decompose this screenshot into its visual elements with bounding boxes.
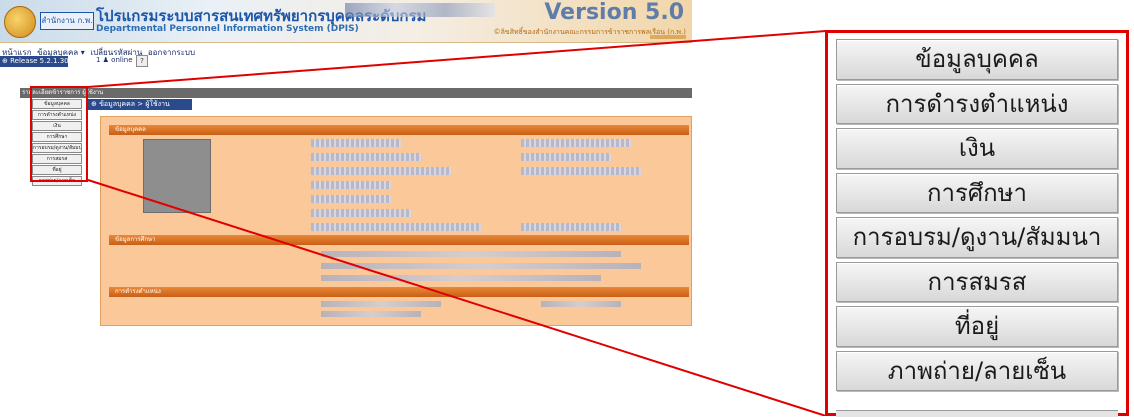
- education-row: [321, 263, 641, 269]
- field-row: [311, 153, 421, 161]
- header-graphic: [345, 3, 495, 17]
- position-row: [321, 301, 441, 307]
- zoom-item-photo[interactable]: ภาพถ่าย/ลายเซ็น: [836, 350, 1118, 391]
- app-title-english: Departmental Personnel Information Syste…: [96, 24, 359, 34]
- zoom-item-position[interactable]: การดำรงตำแหน่ง: [836, 83, 1118, 124]
- org-short-name: สำนักงาน ก.พ.: [40, 12, 94, 30]
- zoom-item-person[interactable]: ข้อมูลบุคคล: [836, 39, 1118, 80]
- agency-logo-icon: [4, 6, 36, 38]
- field-row: [311, 195, 391, 203]
- help-button[interactable]: ?: [136, 55, 148, 67]
- field-row: [311, 223, 481, 231]
- zoom-item-address[interactable]: ที่อยู่: [836, 306, 1118, 347]
- field-row: [311, 181, 391, 189]
- breadcrumb-edge: [189, 99, 192, 110]
- release-label: ⊕ Release 5.2.1.30 ...: [0, 56, 78, 67]
- field-row: [311, 167, 451, 175]
- field-row: [521, 153, 611, 161]
- person-detail-panel: ข้อมูลบุคคล ข้อมูลการศึกษา การดำรงตำแหน่…: [100, 116, 692, 326]
- zoom-item-training[interactable]: การอบรม/ดูงาน/สัมมนา: [836, 217, 1118, 258]
- header-banner: สำนักงาน ก.พ. โปรแกรมระบบสารสนเทศทรัพยาก…: [0, 0, 692, 43]
- header-tagline: [650, 35, 686, 39]
- position-row: [541, 301, 621, 307]
- section-education: ข้อมูลการศึกษา: [109, 235, 689, 245]
- section-person: ข้อมูลบุคคล: [109, 125, 689, 135]
- field-row: [521, 167, 641, 175]
- field-row: [521, 139, 631, 147]
- side-menu-highlight: [30, 86, 88, 182]
- zoomed-side-menu: ข้อมูลบุคคล การดำรงตำแหน่ง เงิน การศึกษา…: [836, 39, 1118, 395]
- position-row: [321, 311, 421, 317]
- education-row: [321, 275, 601, 281]
- field-row: [311, 209, 411, 217]
- zoomed-side-menu-callout: ข้อมูลบุคคล การดำรงตำแหน่ง เงิน การศึกษา…: [825, 30, 1129, 417]
- section-position: การดำรงตำแหน่ง: [109, 287, 689, 297]
- zoom-item-marriage[interactable]: การสมรส: [836, 261, 1118, 302]
- content-title-bar: [20, 88, 692, 98]
- zoom-item-education[interactable]: การศึกษา: [836, 172, 1118, 213]
- field-row: [521, 223, 621, 231]
- screenshot-thumbnail: สำนักงาน ก.พ. โปรแกรมระบบสารสนเทศทรัพยาก…: [0, 0, 692, 340]
- menu-logout[interactable]: ออกจากระบบ: [148, 48, 195, 57]
- person-photo: [143, 139, 211, 213]
- online-count: 1 ♟ online: [96, 56, 133, 64]
- zoom-item-salary[interactable]: เงิน: [836, 128, 1118, 169]
- education-row: [321, 251, 621, 257]
- breadcrumb: ⊕ ข้อมูลบุคคล > ผู้ใช้งาน: [88, 99, 191, 110]
- version-label: Version 5.0: [544, 0, 684, 25]
- field-row: [311, 139, 401, 147]
